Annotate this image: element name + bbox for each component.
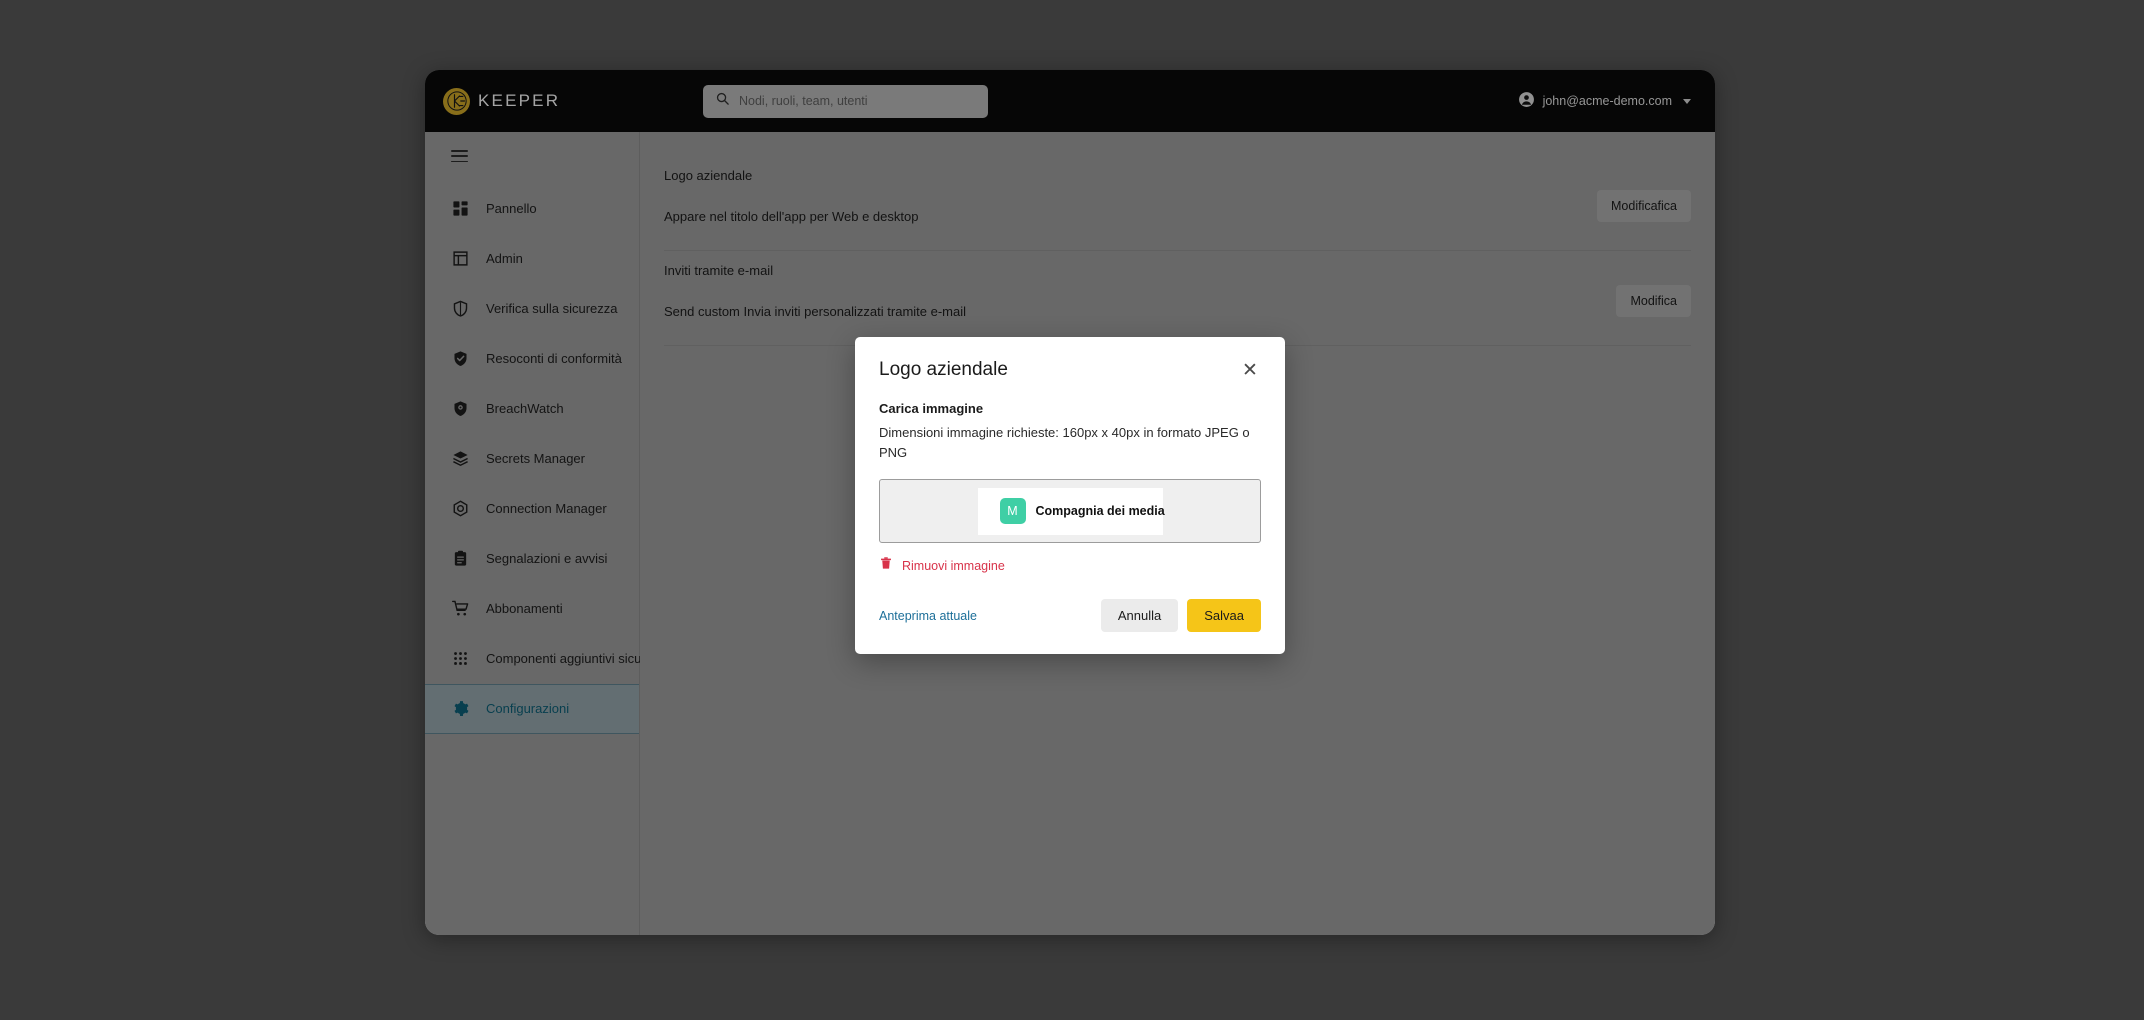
- trash-icon: [879, 556, 893, 575]
- save-button[interactable]: Salvaa: [1187, 599, 1261, 632]
- upload-section-description: Dimensioni immagine richieste: 160px x 4…: [879, 425, 1250, 460]
- app-window: KEEPER j: [425, 70, 1715, 935]
- image-dropzone[interactable]: M Compagnia dei media: [879, 479, 1261, 543]
- logo-preview: M Compagnia dei media: [977, 487, 1165, 535]
- company-logo-dialog: Logo aziendale ✕ Carica immagine Dimensi…: [855, 337, 1285, 654]
- screen-root: KEEPER j: [0, 0, 2144, 1020]
- remove-image-label: Rimuovi immagine: [902, 558, 1005, 573]
- logo-initial-badge: M: [999, 498, 1026, 524]
- modal-overlay: Logo aziendale ✕ Carica immagine Dimensi…: [425, 70, 1715, 935]
- close-icon[interactable]: ✕: [1239, 359, 1261, 381]
- dialog-title: Logo aziendale: [879, 359, 1008, 380]
- cancel-button[interactable]: Annulla: [1100, 599, 1179, 632]
- dialog-footer: Anteprima attuale Annulla Salvaa: [879, 599, 1261, 632]
- current-preview-link[interactable]: Anteprima attuale: [879, 609, 977, 623]
- upload-section-title: Carica immagine: [879, 401, 984, 416]
- dialog-header: Logo aziendale ✕: [879, 359, 1261, 381]
- logo-company-name: Compagnia dei media: [1035, 504, 1165, 518]
- remove-image-button[interactable]: Rimuovi immagine: [879, 556, 1261, 575]
- dialog-actions: Annulla Salvaa: [1100, 599, 1261, 632]
